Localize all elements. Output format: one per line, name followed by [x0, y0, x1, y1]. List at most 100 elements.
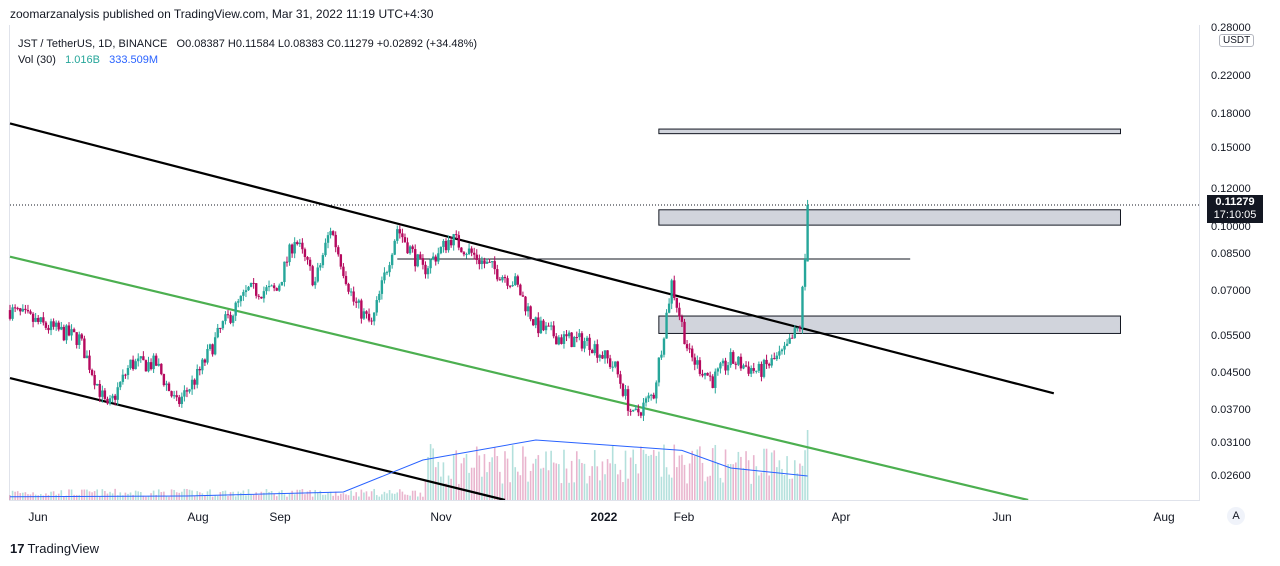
candle-body: [583, 341, 586, 349]
candle-body: [326, 235, 330, 243]
volume-bar: [93, 491, 96, 500]
volume-bar: [755, 466, 758, 500]
candle-body: [21, 308, 25, 312]
candle-body: [224, 314, 227, 322]
candle-body: [724, 360, 727, 371]
candle-body: [755, 370, 758, 372]
price-chart[interactable]: [0, 0, 1280, 566]
candle-body: [60, 326, 63, 330]
volume-bar: [778, 460, 781, 500]
candle-body: [375, 300, 378, 313]
volume-bar: [309, 490, 311, 500]
volume-bars: [9, 430, 809, 500]
candle-body: [596, 344, 599, 358]
volume-bar: [537, 455, 540, 500]
volume-bar: [601, 461, 604, 500]
candle-body: [426, 268, 430, 275]
volume-bar: [458, 483, 460, 500]
volume-bar: [740, 456, 742, 500]
candle-body: [619, 374, 622, 384]
tradingview-brand[interactable]: 17 TradingView: [10, 541, 99, 556]
volume-bar: [801, 465, 804, 500]
candle-body: [108, 398, 112, 404]
candle-body: [24, 308, 27, 310]
volume-bar: [506, 458, 509, 500]
volume-bar: [137, 491, 140, 500]
candle-body: [570, 332, 573, 348]
symbol-info[interactable]: JST / TetherUS, 1D, BINANCE: [18, 38, 167, 50]
volume-bar: [24, 492, 27, 500]
candle-body: [70, 329, 73, 336]
candle-body: [401, 233, 404, 238]
candle-body: [644, 398, 648, 403]
volume-bar: [676, 467, 678, 500]
currency-button[interactable]: USDT: [1219, 34, 1255, 47]
auto-scale-button[interactable]: A: [1227, 507, 1245, 525]
candle-body: [83, 338, 86, 359]
volume-bar: [291, 490, 293, 500]
volume-bar: [70, 489, 73, 500]
time-tick: 2022: [590, 510, 618, 524]
volume-bar: [183, 488, 186, 500]
candle-body: [157, 363, 160, 366]
volume-bar: [83, 489, 86, 500]
candle-body: [54, 322, 58, 327]
candle-body: [162, 374, 166, 386]
candle-body: [516, 276, 520, 285]
volume-bar: [729, 464, 732, 500]
candle-body: [185, 390, 189, 392]
candle-body: [57, 322, 60, 330]
time-axis[interactable]: Jun Aug Sep Nov 2022 Feb Apr Jun Aug: [9, 500, 1200, 531]
candle-body: [42, 317, 45, 323]
volume-bar: [517, 471, 519, 500]
candle-body: [208, 344, 212, 350]
volume-bar: [499, 471, 501, 500]
volume-bar: [219, 492, 222, 500]
candle-body: [342, 266, 345, 276]
candle-body: [170, 391, 173, 397]
candle-body: [667, 303, 671, 313]
candle-body: [493, 261, 496, 270]
volume-bar: [652, 449, 655, 500]
candle-body: [642, 402, 645, 416]
volume-bar: [68, 489, 70, 500]
volume-bar: [570, 460, 573, 500]
price-tick: 0.04500: [1211, 367, 1251, 379]
volume-bar: [650, 454, 652, 500]
candle-body: [160, 363, 163, 375]
candle-body: [31, 313, 35, 322]
volume-bar: [565, 468, 568, 500]
volume-bar: [632, 449, 635, 500]
candle-body: [660, 354, 663, 358]
candle-body: [139, 356, 142, 359]
candle-body: [131, 359, 135, 370]
candle-body: [388, 265, 391, 273]
volume-bar: [16, 491, 19, 500]
volume-ma-value: 333.509M: [109, 54, 159, 66]
candle-body: [698, 360, 702, 374]
volume-bar: [804, 450, 806, 500]
price-tick: 0.02600: [1211, 470, 1251, 482]
candle-body: [626, 389, 630, 411]
candle-body: [306, 257, 309, 260]
time-tick: Feb: [673, 510, 695, 524]
volume-bar: [560, 483, 563, 500]
candle-body: [791, 337, 794, 339]
candle-body: [775, 355, 779, 360]
volume-bar: [717, 463, 719, 500]
volume-bar: [691, 450, 693, 500]
candle-body: [172, 395, 176, 397]
price-zone: [658, 128, 1121, 135]
candle-body: [357, 300, 360, 303]
candle-body: [396, 229, 399, 241]
volume-bar: [542, 467, 545, 500]
volume-bar: [32, 492, 34, 500]
candle-body: [390, 254, 394, 266]
candle-body: [319, 265, 322, 268]
candle-body: [760, 363, 763, 377]
volume-label[interactable]: Vol (30): [18, 54, 56, 66]
candle-body: [137, 358, 140, 362]
candle-body: [431, 256, 435, 260]
candle-body: [537, 317, 540, 334]
price-axis[interactable]: 0.28000 0.22000 0.18000 0.15000 0.12000 …: [1201, 22, 1280, 500]
